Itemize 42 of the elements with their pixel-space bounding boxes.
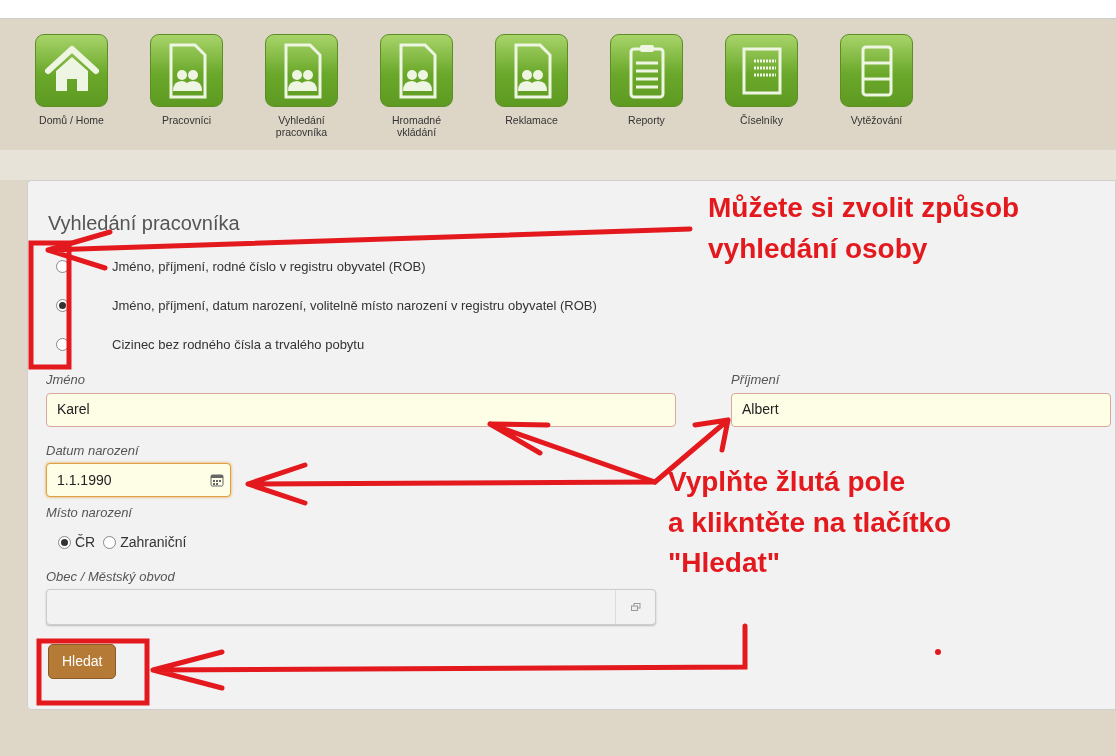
annotation-text: Vyplňte žlutá pole — [668, 465, 906, 499]
field-label: Jméno — [46, 371, 86, 389]
toolbar-label[interactable]: Reporty — [603, 114, 690, 127]
section-title: Vyhledání pracovníka — [48, 211, 240, 235]
toolbar-button[interactable] — [610, 34, 683, 107]
field-label: Datum narození — [46, 441, 139, 460]
toolbar-button[interactable] — [840, 34, 913, 107]
toolbar-label[interactable]: Domů / Home — [28, 114, 115, 127]
window-icon — [630, 603, 641, 611]
toolbar-label[interactable]: Reklamace — [488, 114, 575, 127]
radio-label[interactable]: Zahraniční — [120, 531, 187, 553]
surname-field[interactable]: Albert — [731, 392, 1111, 427]
radio-button[interactable] — [103, 535, 117, 549]
field-label: Obec / Městský obvod — [46, 567, 175, 586]
radio-label[interactable]: ČR — [75, 531, 96, 553]
annotation-text: Můžete si zvolit způsob — [708, 191, 1020, 225]
toolbar-button[interactable] — [35, 34, 108, 107]
calendar-icon[interactable] — [210, 473, 224, 487]
toolbar-label[interactable]: Vyhledání pracovníka — [258, 114, 345, 139]
first-name-field[interactable]: Karel — [46, 392, 676, 427]
annotation-text: a klikntěte na tlačítko — [668, 505, 952, 540]
annotation-dot — [935, 649, 941, 655]
birth-date-field[interactable]: 1.1.1990 — [46, 463, 231, 497]
toolbar-label[interactable]: Číselníky — [718, 114, 805, 127]
annotation-text: "Hledat" — [668, 546, 782, 581]
toolbar-button[interactable] — [150, 34, 223, 107]
toolbar-button[interactable] — [495, 34, 568, 107]
toolbar-button[interactable] — [725, 34, 798, 107]
search-button[interactable]: Hledat — [48, 644, 117, 679]
annotation-text: vyhledání osoby — [708, 231, 929, 266]
radio-label[interactable]: Cizinec bez rodného čísla a trvalého pobytu — [112, 334, 365, 355]
radio-button[interactable] — [58, 535, 71, 549]
toolbar-label[interactable]: Vytěžování — [833, 114, 920, 127]
radio-label[interactable]: Jméno, příjmení, rodné číslo v registru obyvatel (ROB) — [112, 256, 426, 277]
toolbar-label[interactable]: Hromadné vkládání — [373, 114, 460, 139]
field-label: Příjmení — [731, 371, 780, 389]
radio-label[interactable]: Jméno, příjmení, datum narození, volitelně místo narození v registru obyvatel (ROB) — [112, 295, 597, 316]
field-label: Místo narození — [46, 504, 132, 522]
municipality-field[interactable] — [46, 589, 656, 625]
toolbar-button[interactable] — [380, 34, 453, 107]
toolbar-label[interactable]: Pracovníci — [143, 114, 230, 127]
toolbar-button[interactable] — [265, 34, 338, 107]
